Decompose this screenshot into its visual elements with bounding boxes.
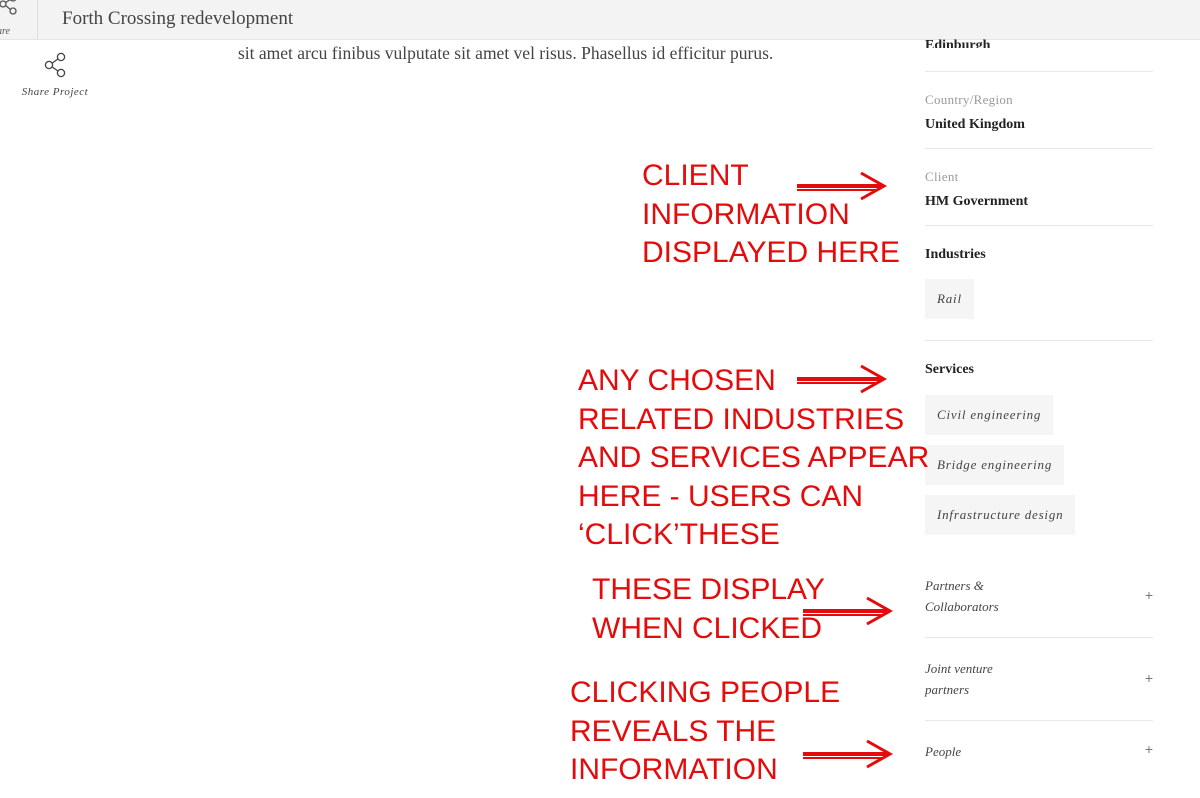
divider [925, 340, 1153, 341]
top-bar: hare Forth Crossing redevelopment [0, 0, 1200, 40]
industry-tag-rail[interactable]: Rail [925, 279, 974, 319]
divider [925, 71, 1153, 72]
share-project-label: Share Project [21, 86, 89, 98]
annotation-clicking-people: CLICKING PEOPLE REVEALS THE INFORMATION [570, 676, 841, 786]
client-label: Client [925, 169, 959, 184]
services-heading: Services [925, 362, 974, 377]
divider [925, 720, 1153, 721]
industries-heading: Industries [925, 247, 986, 262]
page-title: Forth Crossing redevelopment [62, 8, 294, 29]
accordion-people[interactable]: People + [925, 741, 1153, 771]
annotation-display-when-clicked: THESE DISPLAY WHEN CLICKED [592, 573, 825, 645]
share-icon [0, 0, 17, 15]
country-label: Country/Region [925, 92, 1013, 107]
client-value: HM Government [925, 194, 1029, 209]
accordion-label: People [925, 744, 962, 759]
accordion-partners-collaborators[interactable]: Partners & Collaborators + [925, 575, 1153, 637]
city-value: Edinburgh [925, 38, 991, 48]
accordion-label: Partners & Collaborators [925, 578, 999, 614]
arrow-icon [803, 739, 894, 769]
service-tag-infrastructure-design[interactable]: Infrastructure design [925, 495, 1076, 535]
project-description: sit amet arcu finibus vulputate sit amet… [238, 43, 774, 63]
plus-icon: + [1144, 741, 1153, 757]
plus-icon: + [1144, 670, 1153, 686]
divider [925, 637, 1153, 638]
header-share-label: hare [0, 26, 10, 37]
share-icon [44, 52, 66, 78]
divider [925, 148, 1153, 149]
accordion-label: Joint venture partners [925, 661, 993, 697]
header-share-button[interactable]: hare [0, 0, 38, 40]
divider [925, 225, 1153, 226]
arrow-icon [803, 596, 894, 626]
accordion-joint-venture-partners[interactable]: Joint venture partners + [925, 658, 1153, 720]
service-tag-bridge-engineering[interactable]: Bridge engineering [925, 445, 1065, 485]
country-value: United Kingdom [925, 117, 1025, 132]
share-project-button[interactable]: Share Project [14, 50, 96, 98]
service-tag-civil-engineering[interactable]: Civil engineering [925, 395, 1054, 435]
plus-icon: + [1144, 587, 1153, 603]
arrow-icon [797, 171, 888, 201]
arrow-icon [797, 364, 888, 394]
